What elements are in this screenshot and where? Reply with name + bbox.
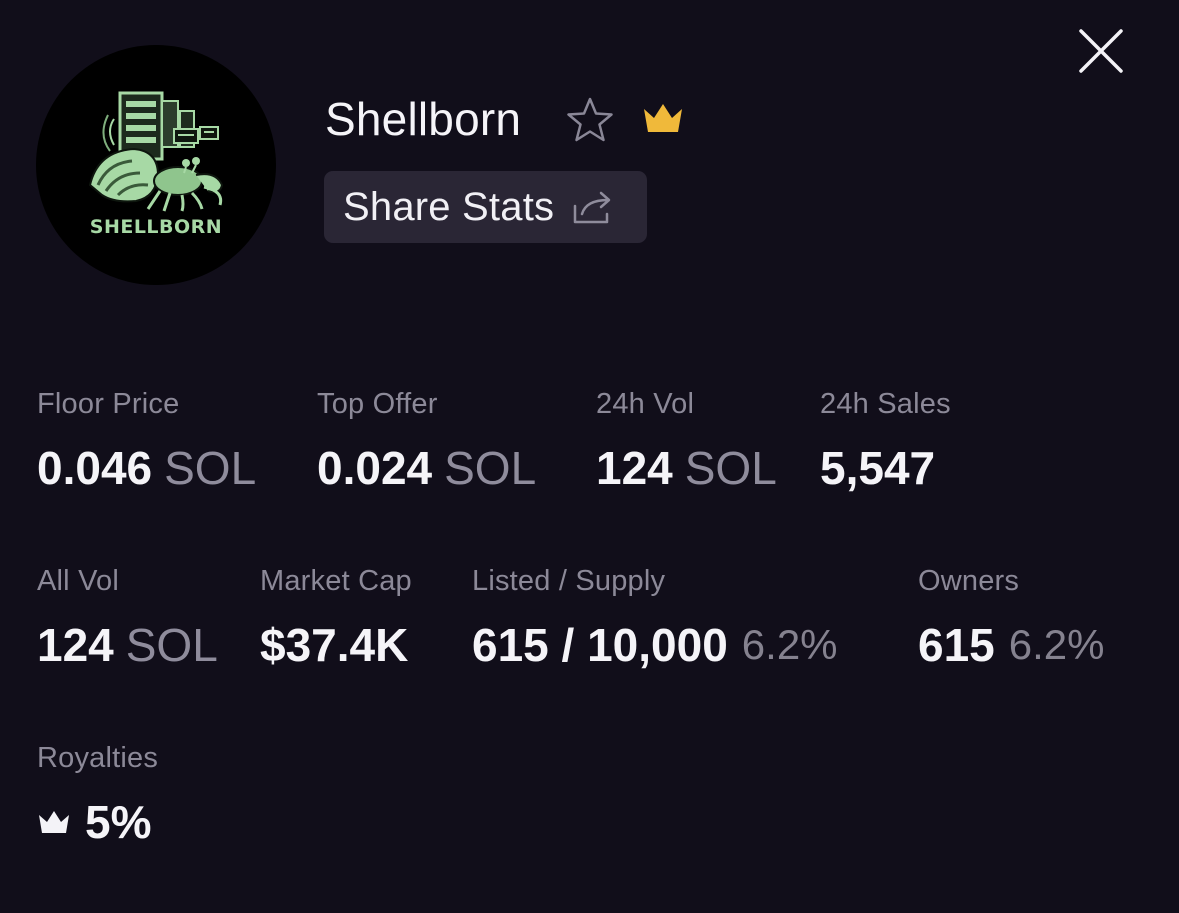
stat-value: $37.4K	[260, 618, 412, 672]
collection-stats-panel: SHELLBORN Shellborn Share Stats Floor Pr…	[0, 0, 1179, 913]
stat-value: 615 / 10,000 6.2%	[472, 618, 838, 672]
stat-label: Market Cap	[260, 565, 412, 597]
stat-label: Owners	[918, 565, 1020, 597]
stat-percent: 6.2%	[741, 621, 838, 668]
stat-all-vol: All Vol 124 SOL	[37, 565, 218, 672]
stat-value: 615 6.2%	[918, 618, 1104, 672]
stat-24h-sales: 24h Sales 5,547	[820, 388, 951, 495]
collection-name: Shellborn	[325, 93, 522, 145]
stat-percent: 6.2%	[1008, 621, 1105, 668]
verified-crown-badge	[640, 98, 686, 138]
close-button[interactable]	[1072, 22, 1130, 80]
stat-market-cap: Market Cap $37.4K	[260, 565, 412, 672]
share-stats-label: Share Stats	[343, 184, 555, 229]
stat-label: Royalties	[37, 742, 159, 774]
stat-number: 615 / 10,000	[472, 619, 728, 671]
stat-number: 124	[37, 619, 114, 671]
stat-royalties: Royalties 5%	[37, 742, 158, 849]
stat-floor-price: Floor Price 0.046 SOL	[37, 388, 256, 495]
stat-top-offer: Top Offer 0.024 SOL	[317, 388, 536, 495]
share-arrow-icon	[572, 189, 614, 225]
favorite-button[interactable]	[564, 94, 616, 146]
stat-unit: SOL	[125, 619, 218, 671]
stat-listed-supply: Listed / Supply 615 / 10,000 6.2%	[472, 565, 838, 672]
stat-24h-vol: 24h Vol 124 SOL	[596, 388, 777, 495]
stat-value: 0.046 SOL	[37, 441, 256, 495]
stat-number: $37.4K	[260, 619, 409, 671]
stat-number: 615	[918, 619, 995, 671]
stat-label: Listed / Supply	[472, 565, 666, 597]
stat-number: 0.046	[37, 442, 153, 494]
stat-number: 124	[596, 442, 673, 494]
stat-label: Floor Price	[37, 388, 180, 420]
stat-value: 5,547	[820, 441, 951, 495]
close-icon	[1079, 29, 1123, 73]
stat-number: 0.024	[317, 442, 433, 494]
stat-value: 0.024 SOL	[317, 441, 536, 495]
crown-icon	[37, 809, 71, 835]
star-outline-icon	[567, 97, 613, 142]
stat-number: 5,547	[820, 442, 936, 494]
stat-label: 24h Vol	[596, 388, 695, 420]
stat-unit: SOL	[684, 442, 777, 494]
stat-value: 5%	[37, 795, 158, 849]
share-stats-button[interactable]: Share Stats	[324, 171, 647, 243]
stat-label: 24h Sales	[820, 388, 951, 420]
stat-owners: Owners 615 6.2%	[918, 565, 1104, 672]
stat-unit: SOL	[164, 442, 257, 494]
stat-value: 124 SOL	[37, 618, 218, 672]
stat-value: 124 SOL	[596, 441, 777, 495]
crown-icon	[644, 104, 682, 132]
logo-wordmark: SHELLBORN	[90, 216, 222, 238]
stat-number: 5%	[85, 796, 152, 848]
stat-label: All Vol	[37, 565, 119, 597]
collection-avatar: SHELLBORN	[36, 45, 276, 285]
stat-label: Top Offer	[317, 388, 438, 420]
stat-unit: SOL	[444, 442, 537, 494]
